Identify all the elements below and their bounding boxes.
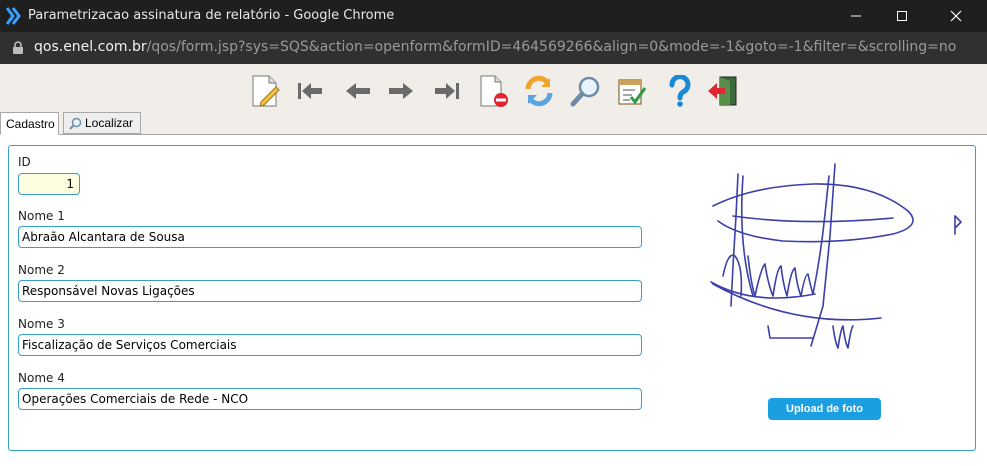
- nome1-field[interactable]: Abraão Alcantara de Sousa: [18, 226, 642, 248]
- new-document-icon: [252, 75, 280, 107]
- address-bar[interactable]: qos.enel.com.br/qos/form.jsp?sys=SQS&act…: [0, 32, 987, 64]
- refresh-icon: [525, 75, 553, 107]
- edit-list-button[interactable]: [615, 74, 649, 108]
- window-titlebar: Parametrizacao assinatura de relatório -…: [0, 0, 987, 32]
- form-toolbar: [0, 64, 987, 114]
- id-label: ID: [18, 155, 31, 169]
- form-panel: ID 1 Nome 1 Abraão Alcantara de Sousa No…: [8, 145, 976, 451]
- window-title: Parametrizacao assinatura de relatório -…: [28, 8, 395, 23]
- nome4-label: Nome 4: [18, 371, 65, 385]
- url-text[interactable]: qos.enel.com.br/qos/form.jsp?sys=SQS&act…: [34, 39, 956, 55]
- url-domain: qos.enel.com.br: [34, 39, 147, 55]
- minimize-button[interactable]: [833, 0, 879, 32]
- nome2-field[interactable]: Responsável Novas Ligações: [18, 280, 642, 302]
- search-icon: [69, 117, 82, 130]
- delete-document-icon: [480, 75, 508, 107]
- lock-icon: [13, 41, 23, 54]
- search-button[interactable]: [569, 74, 603, 108]
- close-button[interactable]: [933, 0, 979, 32]
- last-arrow-icon: [435, 83, 459, 99]
- first-arrow-icon: [298, 83, 322, 99]
- tab-label: Cadastro: [6, 116, 55, 131]
- minimize-icon: [851, 15, 861, 17]
- app-chevron-icon: [6, 7, 21, 25]
- upload-photo-button[interactable]: Upload de foto: [768, 398, 881, 420]
- tab-label: Localizar: [85, 116, 134, 130]
- delete-record-button[interactable]: [476, 74, 510, 108]
- tab-localizar[interactable]: Localizar: [63, 112, 141, 134]
- refresh-button[interactable]: [522, 74, 556, 108]
- nome3-field[interactable]: Fiscalização de Serviços Comerciais: [18, 334, 642, 356]
- previous-record-button[interactable]: [341, 74, 375, 108]
- tab-strip: Cadastro Localizar: [0, 112, 987, 135]
- last-record-button[interactable]: [430, 74, 464, 108]
- nome2-label: Nome 2: [18, 263, 65, 277]
- first-record-button[interactable]: [293, 74, 327, 108]
- help-button[interactable]: [663, 74, 697, 108]
- form-content: ID 1 Nome 1 Abraão Alcantara de Sousa No…: [0, 134, 987, 466]
- left-arrow-icon: [346, 83, 370, 99]
- question-mark-icon: [669, 75, 691, 107]
- new-record-button[interactable]: [248, 74, 282, 108]
- maximize-button[interactable]: [879, 0, 925, 32]
- url-path: /qos/form.jsp?sys=SQS&action=openform&fo…: [146, 39, 957, 55]
- right-arrow-icon: [389, 83, 413, 99]
- tab-cadastro[interactable]: Cadastro: [0, 112, 59, 135]
- exit-button[interactable]: [706, 74, 740, 108]
- exit-door-icon: [708, 76, 737, 106]
- next-record-button[interactable]: [384, 74, 418, 108]
- signature-image: [710, 163, 962, 349]
- nome3-label: Nome 3: [18, 317, 65, 331]
- magnifier-icon: [570, 76, 600, 107]
- checklist-icon: [618, 79, 647, 105]
- close-icon: [950, 10, 962, 22]
- nome4-field[interactable]: Operações Comerciais de Rede - NCO: [18, 388, 642, 410]
- maximize-icon: [897, 11, 907, 21]
- id-field[interactable]: 1: [18, 173, 80, 195]
- nome1-label: Nome 1: [18, 209, 65, 223]
